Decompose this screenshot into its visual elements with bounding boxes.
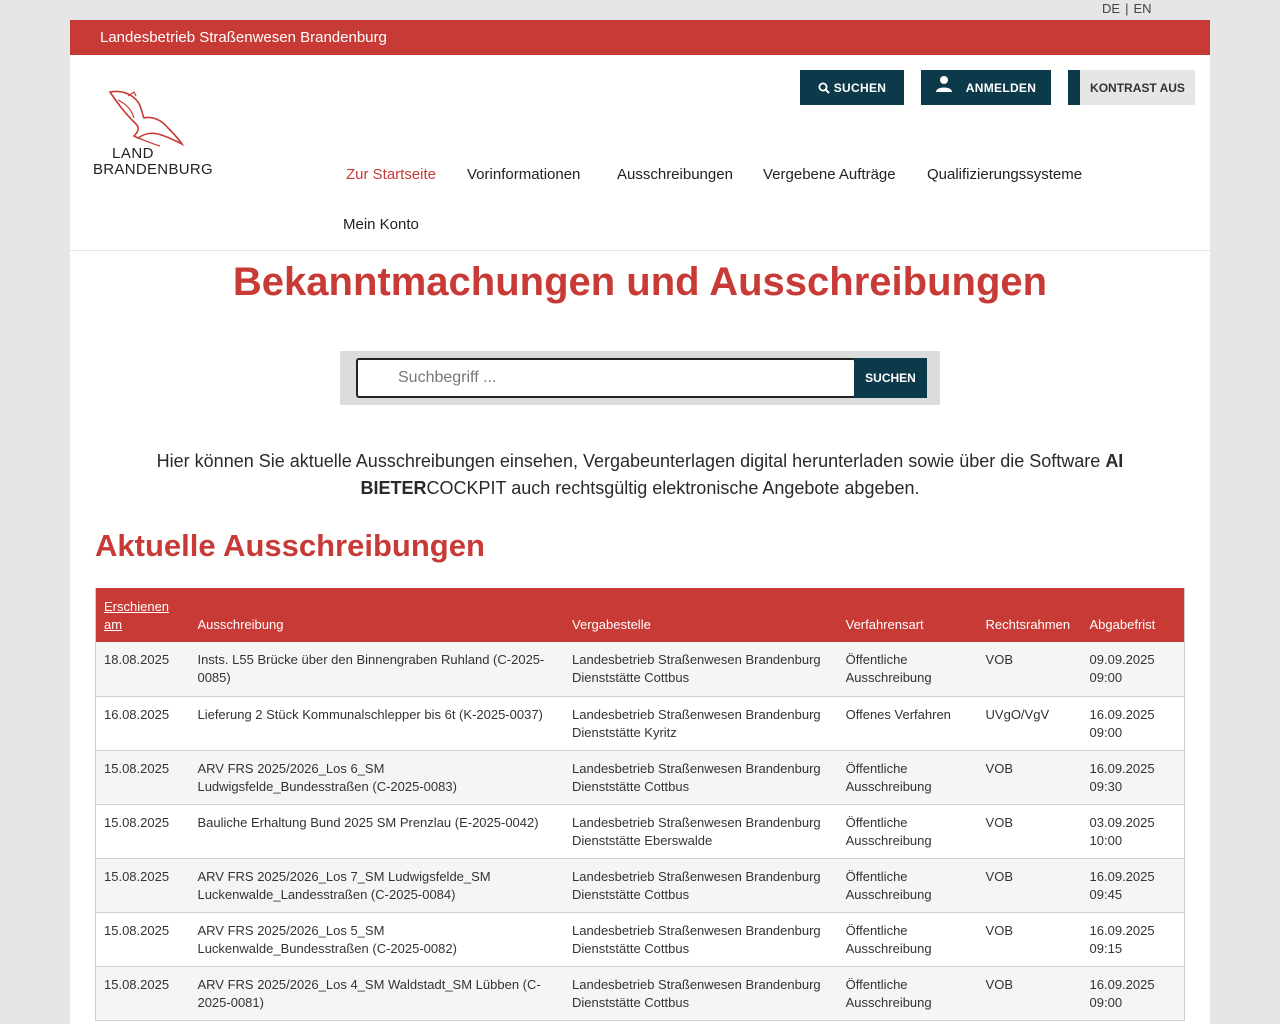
table-row[interactable]: 15.08.2025 ARV FRS 2025/2026_Los 6_SM Lud… [95,750,1185,805]
table-header-row: Erschienen am Ausschreibung Vergabestell… [95,588,1185,642]
nav-item-startseite[interactable]: Zur Startseite [346,166,436,183]
legal-framework-cell: VOB [977,912,1082,967]
tender-cell[interactable]: ARV FRS 2025/2026_Los 4_SM Waldstadt_SM … [189,966,565,1021]
tender-cell[interactable]: ARV FRS 2025/2026_Los 6_SM Ludwigsfelde_… [189,750,565,805]
section-title: Aktuelle Ausschreibungen [95,528,485,563]
header-divider [70,250,1210,251]
brandenburg-logo[interactable]: LAND BRANDENBURG [93,88,213,180]
lang-separator: | [1125,1,1129,16]
deadline-cell: 16.09.2025 09:00 [1081,696,1185,751]
authority-cell: Landesbetrieb Straßenwesen Brandenburg D… [564,696,838,751]
table-row[interactable]: 15.08.2025 ARV FRS 2025/2026_Los 5_SM Luc… [95,912,1185,967]
intro-part3: auch rechtsgültig elektronische Angebote… [506,478,920,498]
header-search-button[interactable]: SUCHEN [800,70,904,105]
tenders-table: Erschienen am Ausschreibung Vergabestell… [95,588,1185,1021]
lang-en-link[interactable]: EN [1133,0,1151,18]
date-cell: 15.08.2025 [95,804,190,859]
column-header-rechtsrahmen: Rechtsrahmen [977,588,1082,642]
logo-text-brandenburg: BRANDENBURG [93,161,213,178]
nav-item-ausschreibungen[interactable]: Ausschreibungen [617,166,733,183]
procedure-cell: Öffentliche Ausschreibung [837,858,978,913]
deadline-cell: 16.09.2025 09:45 [1081,858,1185,913]
deadline-cell: 16.09.2025 09:15 [1081,912,1185,967]
table-body: 18.08.2025 Insts. L55 Brücke über den Bin… [95,642,1185,1021]
deadline-cell: 16.09.2025 09:00 [1081,966,1185,1021]
nav-item-vergebene-auftraege[interactable]: Vergebene Aufträge [763,166,896,183]
authority-cell: Landesbetrieb Straßenwesen Brandenburg D… [564,642,838,697]
authority-cell: Landesbetrieb Straßenwesen Brandenburg D… [564,750,838,805]
language-switcher: DE | EN [1102,0,1152,20]
login-label: ANMELDEN [965,80,1037,95]
eagle-logo-icon [108,90,185,147]
deadline-cell: 03.09.2025 10:00 [1081,804,1185,859]
column-header-vergabestelle: Vergabestelle [564,588,838,642]
table-row[interactable]: 16.08.2025 Lieferung 2 Stück Kommunalschl… [95,696,1185,751]
legal-framework-cell: VOB [977,642,1082,697]
table-row[interactable]: 15.08.2025 ARV FRS 2025/2026_Los 7_SM Lud… [95,858,1185,913]
column-header-verfahrensart: Verfahrensart [837,588,978,642]
date-cell: 15.08.2025 [95,750,190,805]
search-submit-button[interactable]: SUCHEN [854,358,927,398]
contrast-label: KONTRAST AUS [1090,80,1185,95]
column-header-erschienen[interactable]: Erschienen am [95,588,190,642]
date-cell: 15.08.2025 [95,912,190,967]
logo-text-land: LAND [112,145,155,162]
authority-cell: Landesbetrieb Straßenwesen Brandenburg D… [564,966,838,1021]
tender-cell[interactable]: Lieferung 2 Stück Kommunalschlepper bis … [189,696,565,751]
nav-item-qualifizierungssysteme[interactable]: Qualifizierungssysteme [927,166,1082,183]
header-search-label: SUCHEN [833,80,887,95]
table-row[interactable]: 18.08.2025 Insts. L55 Brücke über den Bin… [95,642,1185,697]
procedure-cell: Offenes Verfahren [837,696,978,751]
tender-cell[interactable]: Insts. L55 Brücke über den Binnengraben … [189,642,565,697]
nav-item-vorinformationen[interactable]: Vorinformationen [467,166,580,183]
procedure-cell: Öffentliche Ausschreibung [837,912,978,967]
legal-framework-cell: VOB [977,858,1082,913]
authority-cell: Landesbetrieb Straßenwesen Brandenburg D… [564,804,838,859]
procedure-cell: Öffentliche Ausschreibung [837,966,978,1021]
table-row[interactable]: 15.08.2025 ARV FRS 2025/2026_Los 4_SM Wal… [95,966,1185,1021]
intro-part2: COCKPIT [426,478,507,498]
search-input[interactable]: Suchbegriff ... [356,358,856,398]
intro-part1: Hier können Sie aktuelle Ausschreibungen… [156,451,1106,471]
authority-cell: Landesbetrieb Straßenwesen Brandenburg D… [564,912,838,967]
site-name[interactable]: Landesbetrieb Straßenwesen Brandenburg [100,29,387,46]
user-icon [935,75,952,92]
procedure-cell: Öffentliche Ausschreibung [837,750,978,805]
page-container: LAND BRANDENBURG SUCHEN ANMELDEN KONTRAS… [70,55,1210,1024]
tender-cell[interactable]: ARV FRS 2025/2026_Los 7_SM Ludwigsfelde_… [189,858,565,913]
tender-cell[interactable]: ARV FRS 2025/2026_Los 5_SM Luckenwalde_B… [189,912,565,967]
deadline-cell: 16.09.2025 09:30 [1081,750,1185,805]
procedure-cell: Öffentliche Ausschreibung [837,804,978,859]
column-header-abgabefrist: Abgabefrist [1081,588,1185,642]
intro-text: Hier können Sie aktuelle Ausschreibungen… [125,448,1155,502]
deadline-cell: 09.09.2025 09:00 [1081,642,1185,697]
date-cell: 15.08.2025 [95,966,190,1021]
search-panel: Suchbegriff ... SUCHEN [340,351,940,405]
search-icon [818,82,830,94]
legal-framework-cell: VOB [977,804,1082,859]
date-cell: 15.08.2025 [95,858,190,913]
date-cell: 16.08.2025 [95,696,190,751]
contrast-toggle-button[interactable]: KONTRAST AUS [1068,70,1195,105]
page-title: Bekanntmachungen und Ausschreibungen [232,260,1048,304]
date-cell: 18.08.2025 [95,642,190,697]
authority-cell: Landesbetrieb Straßenwesen Brandenburg D… [564,858,838,913]
tender-cell[interactable]: Bauliche Erhaltung Bund 2025 SM Prenzlau… [189,804,565,859]
procedure-cell: Öffentliche Ausschreibung [837,642,978,697]
legal-framework-cell: VOB [977,966,1082,1021]
legal-framework-cell: VOB [977,750,1082,805]
login-button[interactable]: ANMELDEN [921,70,1051,105]
column-header-ausschreibung: Ausschreibung [189,588,565,642]
nav-item-mein-konto[interactable]: Mein Konto [343,216,419,233]
lang-de-link[interactable]: DE [1102,0,1120,18]
legal-framework-cell: UVgO/VgV [977,696,1082,751]
top-banner: Landesbetrieb Straßenwesen Brandenburg [70,20,1210,55]
table-row[interactable]: 15.08.2025 Bauliche Erhaltung Bund 2025 S… [95,804,1185,859]
